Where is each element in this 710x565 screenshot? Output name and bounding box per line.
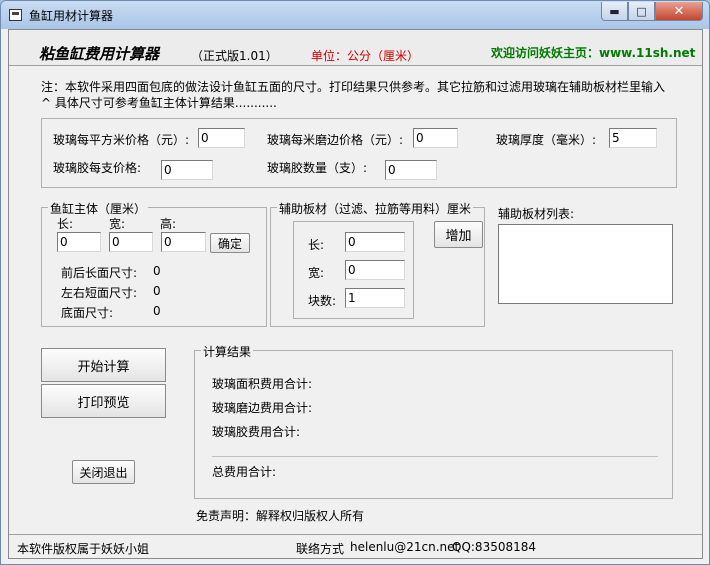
tank-width-label: 宽: — [109, 217, 126, 231]
tank-height-input[interactable] — [161, 232, 206, 252]
thickness-input[interactable] — [609, 128, 657, 148]
glue-cost-label: 玻璃胶费用合计: — [212, 425, 301, 439]
glue-count-input[interactable] — [385, 160, 437, 180]
aux-count-label: 块数: — [308, 294, 337, 308]
price-sqm-label: 玻璃每平方米价格（元）: — [53, 133, 190, 147]
title-bar[interactable]: 鱼缸用材计算器 ▬ □ ✕ — [1, 1, 709, 29]
edge-price-input[interactable] — [413, 128, 458, 148]
edge-cost-label: 玻璃磨边费用合计: — [212, 401, 313, 415]
glue-count-label: 玻璃胶数量（支）: — [267, 161, 368, 175]
app-window: 鱼缸用材计算器 ▬ □ ✕ 粘鱼缸费用计算器 （正式版1.01） 单位：公分（厘… — [0, 0, 710, 565]
aux-list-label: 辅助板材列表: — [498, 207, 575, 221]
header-bar: 粘鱼缸费用计算器 （正式版1.01） 单位：公分（厘米） 欢迎访问妖妖主页：ww… — [9, 30, 702, 66]
confirm-button[interactable]: 确定 — [210, 233, 250, 253]
add-button[interactable]: 增加 — [434, 221, 483, 248]
contact-email: helenlu@21cn.net — [350, 540, 460, 554]
aux-width-label: 宽: — [308, 266, 325, 280]
aux-length-input[interactable] — [345, 232, 405, 252]
total-cost-label: 总费用合计: — [212, 465, 277, 479]
version-label: （正式版1.01） — [191, 49, 278, 63]
close-icon: ✕ — [673, 3, 685, 19]
contact-label: 联络方式 — [296, 542, 345, 556]
tank-width-input[interactable] — [109, 232, 153, 252]
unit-label: 单位：公分（厘米） — [311, 49, 420, 63]
glue-price-label: 玻璃胶每支价格: — [53, 161, 142, 175]
contact-qq: QQ:83508184 — [452, 540, 537, 554]
bottom-size-label: 底面尺寸: — [61, 306, 114, 320]
note-line-2: ^ 具体尺寸可参考鱼缸主体计算结果........... — [41, 96, 277, 110]
maximize-icon: □ — [636, 4, 647, 18]
close-button[interactable]: ✕ — [655, 2, 703, 21]
bottom-size-value: 0 — [153, 304, 161, 318]
aux-width-input[interactable] — [345, 260, 405, 280]
app-icon[interactable] — [9, 9, 22, 21]
minimize-button[interactable]: ▬ — [601, 2, 628, 21]
minimize-icon: ▬ — [609, 4, 620, 18]
aux-length-label: 长: — [308, 238, 325, 252]
front-back-size-label: 前后长面尺寸: — [61, 266, 138, 280]
window-title: 鱼缸用材计算器 — [29, 9, 114, 23]
note-line-1: 注：本软件采用四面包底的做法设计鱼缸五面的尺寸。打印结果只供参考。其它拉筋和过滤… — [41, 80, 666, 94]
app-title: 粘鱼缸费用计算器 — [39, 45, 160, 63]
disclaimer-text: 免责声明：解释权归版权人所有 — [196, 509, 365, 523]
tank-length-label: 长: — [57, 217, 74, 231]
tank-height-label: 高: — [160, 217, 177, 231]
thickness-label: 玻璃厚度（毫米）: — [496, 133, 597, 147]
left-right-size-label: 左右短面尺寸: — [61, 286, 138, 300]
tank-length-input[interactable] — [57, 232, 101, 252]
results-divider — [212, 456, 658, 457]
print-preview-button[interactable]: 打印预览 — [41, 384, 166, 418]
exit-button[interactable]: 关闭退出 — [72, 460, 135, 484]
edge-price-label: 玻璃每米磨边价格（元）: — [267, 133, 404, 147]
aux-plate-title: 辅助板材（过滤、拉筋等用料）厘米 — [277, 200, 474, 217]
price-sqm-input[interactable] — [198, 128, 245, 148]
aux-plate-list[interactable] — [498, 224, 673, 304]
area-cost-label: 玻璃面积费用合计: — [212, 377, 313, 391]
status-bar: 本软件版权属于妖妖小姐 联络方式 helenlu@21cn.net QQ:835… — [9, 534, 702, 558]
left-right-size-value: 0 — [153, 284, 161, 298]
client-area: 粘鱼缸费用计算器 （正式版1.01） 单位：公分（厘米） 欢迎访问妖妖主页：ww… — [8, 29, 703, 559]
copyright-text: 本软件版权属于妖妖小姐 — [17, 542, 150, 556]
results-title: 计算结果 — [201, 343, 254, 360]
homepage-link[interactable]: 欢迎访问妖妖主页：www.11sh.net — [491, 44, 695, 61]
glue-price-input[interactable] — [161, 160, 213, 180]
glass-params-group — [41, 118, 677, 188]
aux-count-input[interactable] — [345, 288, 405, 308]
front-back-size-value: 0 — [153, 264, 161, 278]
start-calc-button[interactable]: 开始计算 — [41, 348, 166, 382]
maximize-button[interactable]: □ — [628, 2, 655, 21]
